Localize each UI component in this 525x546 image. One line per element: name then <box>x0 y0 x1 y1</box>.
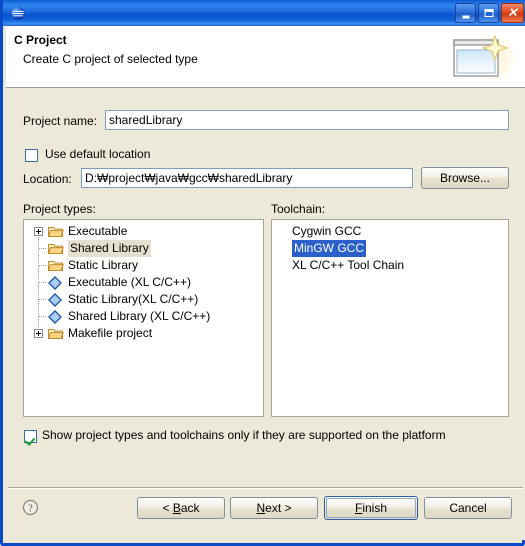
show-supported-checkbox[interactable] <box>24 430 37 443</box>
toolchain-item[interactable]: MinGW GCC <box>272 240 508 257</box>
svg-text:?: ? <box>28 503 33 514</box>
tree-connector <box>39 299 47 300</box>
project-types-tree[interactable]: Executable Shared Library Static Library Ex… <box>23 219 264 417</box>
finish-button-label: Finish <box>354 501 388 515</box>
finish-button[interactable]: Finish <box>324 496 418 520</box>
tree-item[interactable]: Static Library(XL C/C++) <box>24 291 263 308</box>
tree-connector <box>39 265 47 266</box>
toolchain-item-label: MinGW GCC <box>292 240 366 257</box>
show-supported-label: Show project types and toolchains only i… <box>42 428 446 442</box>
tree-item[interactable]: Executable (XL C/C++) <box>24 274 263 291</box>
browse-button[interactable]: Browse... <box>421 167 509 189</box>
tree-item-label: Static Library <box>68 258 139 272</box>
use-default-location-label: Use default location <box>45 147 151 161</box>
tree-item-label: Static Library(XL C/C++) <box>68 292 199 306</box>
cancel-button[interactable]: Cancel <box>424 497 512 519</box>
tree-item-label: Shared Library <box>68 240 151 257</box>
back-button-label: < Back <box>162 501 200 515</box>
new-project-wizard-icon <box>453 34 516 82</box>
toolchain-label: Toolchain: <box>271 202 326 216</box>
footer-separator <box>8 487 523 489</box>
tree-item-label: Executable <box>68 224 128 238</box>
minimize-button[interactable] <box>455 3 476 23</box>
folder-icon <box>47 244 64 254</box>
next-button[interactable]: Next > <box>230 497 318 519</box>
eclipse-globe-icon <box>11 6 25 20</box>
help-icon[interactable]: ? <box>22 499 39 516</box>
project-name-input[interactable]: sharedLibrary <box>105 110 509 130</box>
tree-item[interactable]: Shared Library (XL C/C++) <box>24 308 263 325</box>
tree-expander-icon[interactable] <box>34 329 43 338</box>
tree-connector <box>39 248 47 249</box>
tree-item[interactable]: Shared Library <box>24 240 263 257</box>
project-types-label: Project types: <box>23 202 96 216</box>
tree-expander-icon[interactable] <box>34 227 43 236</box>
maximize-button[interactable] <box>478 3 499 23</box>
tree-item-label: Makefile project <box>68 326 153 340</box>
close-button[interactable]: ✕ <box>501 3 524 23</box>
diamond-icon <box>48 293 62 307</box>
tree-item-label: Shared Library (XL C/C++) <box>68 309 211 323</box>
back-button[interactable]: < Back <box>137 497 225 519</box>
dialog-window: ✕ C Project Create C project of selected… <box>0 0 525 546</box>
toolchain-item-label: XL C/C++ Tool Chain <box>292 258 405 272</box>
toolchain-item-label: Cygwin GCC <box>292 224 362 238</box>
diamond-icon <box>48 276 62 290</box>
project-name-label: Project name: <box>23 114 98 128</box>
next-button-label: Next > <box>256 501 292 515</box>
folder-icon <box>47 227 64 237</box>
page-title: C Project <box>14 33 67 47</box>
cancel-button-label: Cancel <box>449 501 487 515</box>
diamond-icon <box>48 310 62 324</box>
folder-icon <box>47 261 64 271</box>
browse-button-label: Browse... <box>439 171 490 185</box>
toolchain-list[interactable]: Cygwin GCC MinGW GCC XL C/C++ Tool Chain <box>271 219 509 417</box>
tree-item-label: Executable (XL C/C++) <box>68 275 191 289</box>
title-bar[interactable]: ✕ <box>3 0 525 26</box>
toolchain-item[interactable]: XL C/C++ Tool Chain <box>272 257 508 274</box>
location-input[interactable]: D:₩project₩java₩gcc₩sharedLibrary <box>81 168 413 188</box>
toolchain-item[interactable]: Cygwin GCC <box>272 223 508 240</box>
folder-icon <box>47 329 64 339</box>
wizard-banner: C Project Create C project of selected t… <box>6 26 525 88</box>
dialog-body: Project name: sharedLibrary Use default … <box>6 88 525 540</box>
tree-item[interactable]: Executable <box>24 223 263 240</box>
location-label: Location: <box>23 172 72 186</box>
window-controls: ✕ <box>455 3 524 23</box>
page-subtitle: Create C project of selected type <box>23 52 198 66</box>
tree-item[interactable]: Makefile project <box>24 325 263 342</box>
tree-connector <box>39 316 47 317</box>
tree-item[interactable]: Static Library <box>24 257 263 274</box>
tree-connector <box>39 282 47 283</box>
use-default-location-checkbox[interactable] <box>25 149 38 162</box>
